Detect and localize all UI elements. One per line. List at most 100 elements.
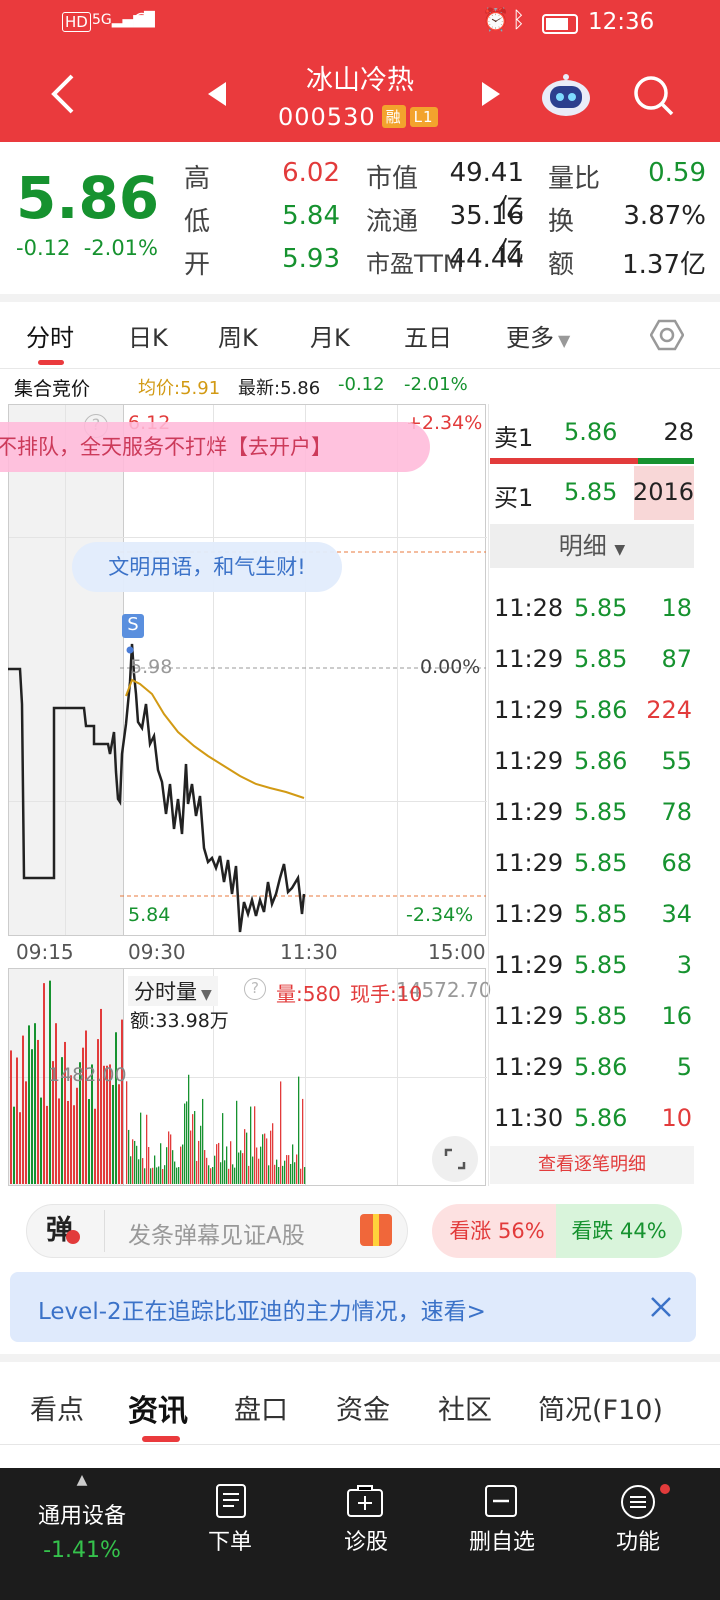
volume-bar	[184, 1103, 186, 1184]
tab-daily-k[interactable]: 日K	[128, 318, 168, 353]
search-icon[interactable]	[632, 74, 676, 118]
avg-price: 均价:5.91	[138, 378, 221, 399]
volume-bar	[234, 1167, 236, 1184]
diagnose-icon[interactable]	[346, 1484, 384, 1518]
volume-bar	[154, 1155, 156, 1184]
dropdown-icon: ▼	[201, 987, 212, 1003]
volume-bar	[300, 1168, 302, 1184]
price-line-chart	[8, 551, 486, 933]
view-all-trades-button[interactable]: 查看逐笔明细	[490, 1146, 694, 1184]
dropdown-icon: ▼	[558, 331, 571, 350]
gift-icon[interactable]	[360, 1214, 392, 1246]
volume-amount: 额:33.98万	[130, 1010, 229, 1032]
help-icon[interactable]: ?	[244, 978, 266, 1000]
tab-handicap[interactable]: 盘口	[234, 1388, 288, 1427]
trade-row: 11:29 5.86 55	[494, 747, 700, 798]
trade-price: 5.85	[574, 798, 628, 826]
volume-bar	[148, 1147, 150, 1184]
volume-bar	[168, 1131, 170, 1184]
nav-remove-watchlist[interactable]: 删自选	[432, 1524, 572, 1556]
volume-bar	[76, 1087, 78, 1184]
level-tag: L1	[409, 107, 438, 127]
divider	[0, 368, 720, 369]
volume-bar	[19, 1112, 21, 1184]
time-axis: 09:15 09:30 11:30 15:00	[0, 936, 490, 968]
settings-icon[interactable]	[650, 318, 684, 352]
nav-diagnose[interactable]: 诊股	[296, 1524, 436, 1556]
divider	[104, 1210, 105, 1252]
robot-assistant-icon[interactable]	[540, 72, 592, 120]
high-value: 6.02	[282, 158, 340, 188]
tab-community[interactable]: 社区	[438, 1388, 492, 1427]
tab-news[interactable]: 资讯	[128, 1386, 188, 1430]
nav-order[interactable]: 下单	[160, 1524, 300, 1556]
volume-bar	[210, 1168, 212, 1184]
volume-bar	[138, 1159, 140, 1184]
volume-value: 量:580	[276, 982, 341, 1006]
volume-bar	[290, 1163, 292, 1184]
trade-row: 11:29 5.86 224	[494, 696, 700, 747]
tab-more[interactable]: 更多 ▼	[506, 318, 570, 353]
danmu-input[interactable]: 发条弹幕见证A股	[128, 1216, 305, 1250]
expand-up-icon[interactable]: ▲	[12, 1472, 152, 1488]
bottom-nav: ▲ 通用设备 -1.41% 下单 诊股 删自选 功能	[0, 1468, 720, 1600]
next-stock-icon[interactable]	[480, 82, 500, 106]
status-bar: HD 5G▂▄▆█ ◠ ⏰ ᛒ 12:36	[0, 0, 720, 48]
tab-capital[interactable]: 资金	[336, 1388, 390, 1427]
volume-bar	[254, 1106, 256, 1184]
detail-toggle[interactable]: 明细 ▼	[490, 524, 694, 568]
volume-bar	[37, 1039, 39, 1184]
battery-icon	[542, 14, 578, 34]
sell-marker[interactable]: S	[122, 614, 144, 638]
tab-intraday[interactable]: 分时	[26, 318, 74, 353]
bearish-vote-button[interactable]: 看跌 44%	[556, 1204, 682, 1258]
volume-bar	[126, 1081, 128, 1184]
tab-five-day[interactable]: 五日	[404, 318, 452, 353]
tab-weekly-k[interactable]: 周K	[218, 318, 258, 353]
tab-monthly-k[interactable]: 月K	[310, 318, 350, 353]
volume-bar	[208, 1165, 210, 1184]
volume-bar	[216, 1144, 218, 1184]
chat-banner[interactable]: 文明用语，和气生财!	[72, 542, 342, 592]
volume-bar	[192, 1114, 194, 1184]
trade-qty: 87	[661, 645, 692, 673]
tab-profile[interactable]: 简况(F10)	[538, 1388, 663, 1427]
fullscreen-button[interactable]	[432, 1136, 478, 1182]
volume-bar	[46, 1105, 48, 1184]
trade-time: 11:29	[494, 696, 564, 724]
trade-qty: 16	[661, 1002, 692, 1030]
volume-bar	[260, 1146, 262, 1184]
trade-row: 11:29 5.85 34	[494, 900, 700, 951]
volume-bar	[40, 1097, 42, 1184]
trade-time: 11:29	[494, 747, 564, 775]
latest-pct: -2.01%	[404, 374, 468, 395]
trade-time: 11:29	[494, 1053, 564, 1081]
menu-icon[interactable]	[620, 1484, 656, 1520]
order-icon[interactable]	[214, 1484, 248, 1518]
volume-bar	[28, 1025, 30, 1184]
volume-selector[interactable]: 分时量 ▼	[128, 976, 218, 1006]
volume-bar	[178, 1167, 180, 1184]
sector-name[interactable]: 通用设备	[12, 1498, 152, 1530]
trade-qty: 224	[646, 696, 692, 724]
volume-bar	[166, 1147, 168, 1184]
volume-bar	[276, 1159, 278, 1184]
sell-ratio-bar	[490, 458, 638, 464]
trade-time: 11:29	[494, 1002, 564, 1030]
bottom-pct-label: -2.34%	[406, 904, 474, 926]
level2-text[interactable]: Level-2正在追踪比亚迪的主力情况，速看>	[38, 1292, 486, 1326]
nav-function[interactable]: 功能	[568, 1524, 708, 1556]
bullish-vote-button[interactable]: 看涨 56%	[432, 1204, 562, 1258]
remove-watchlist-icon[interactable]	[484, 1484, 518, 1518]
hd-icon: HD	[62, 12, 91, 32]
volratio-label: 量比	[548, 164, 601, 194]
volume-bar	[294, 1162, 296, 1184]
trade-qty: 3	[676, 951, 692, 979]
trade-row: 11:29 5.85 68	[494, 849, 700, 900]
ad-banner[interactable]: 开户不排队，全天服务不打烊【去开户】	[0, 422, 430, 472]
tab-highlights[interactable]: 看点	[30, 1388, 84, 1427]
volume-bar	[43, 983, 45, 1184]
close-icon[interactable]	[650, 1296, 672, 1318]
volume-bar	[202, 1098, 204, 1184]
time-tick: 15:00	[428, 940, 486, 964]
